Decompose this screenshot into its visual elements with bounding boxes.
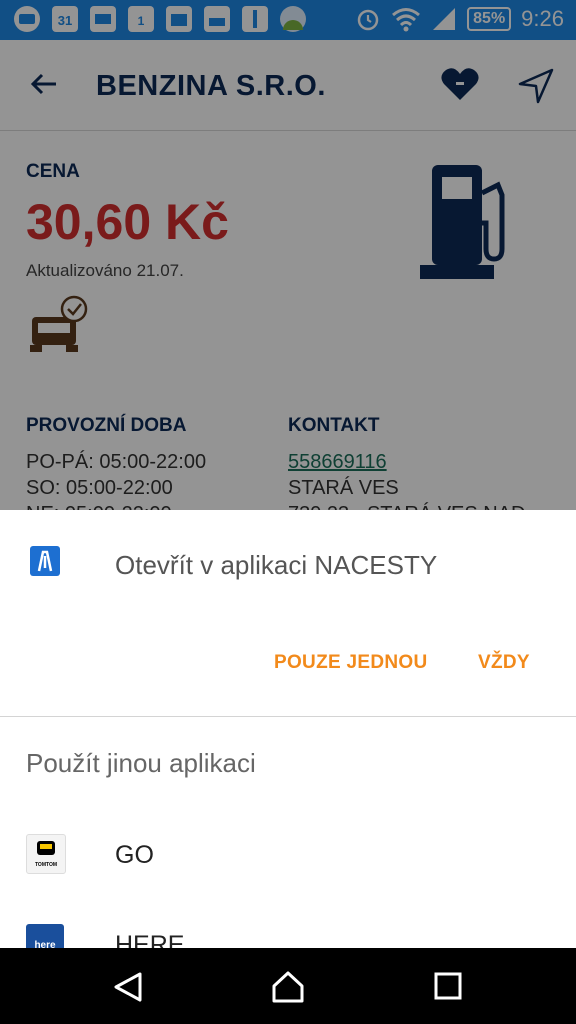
tomtom-go-icon: TOMTOM — [26, 834, 66, 874]
system-navigation-bar — [0, 948, 576, 1024]
nav-recents-icon[interactable] — [432, 970, 464, 1002]
default-app-section: Otevřít v aplikaci NACESTY POUZE JEDNOU … — [0, 510, 576, 717]
nacesty-app-icon — [30, 546, 60, 576]
nav-home-icon[interactable] — [270, 970, 306, 1004]
app-option-go[interactable]: TOMTOM GO — [0, 814, 576, 894]
open-in-nacesty[interactable]: Otevřít v aplikaci NACESTY — [115, 550, 437, 581]
just-once-button[interactable]: POUZE JEDNOU — [274, 652, 428, 674]
always-button[interactable]: VŽDY — [478, 652, 530, 674]
dim-overlay[interactable] — [0, 0, 576, 510]
nav-back-icon[interactable] — [112, 970, 146, 1004]
svg-text:TOMTOM: TOMTOM — [35, 862, 57, 868]
use-other-app-label: Použít jinou aplikaci — [26, 748, 256, 778]
app-chooser-sheet: Otevřít v aplikaci NACESTY POUZE JEDNOU … — [0, 510, 576, 962]
app-name-go: GO — [115, 841, 154, 869]
